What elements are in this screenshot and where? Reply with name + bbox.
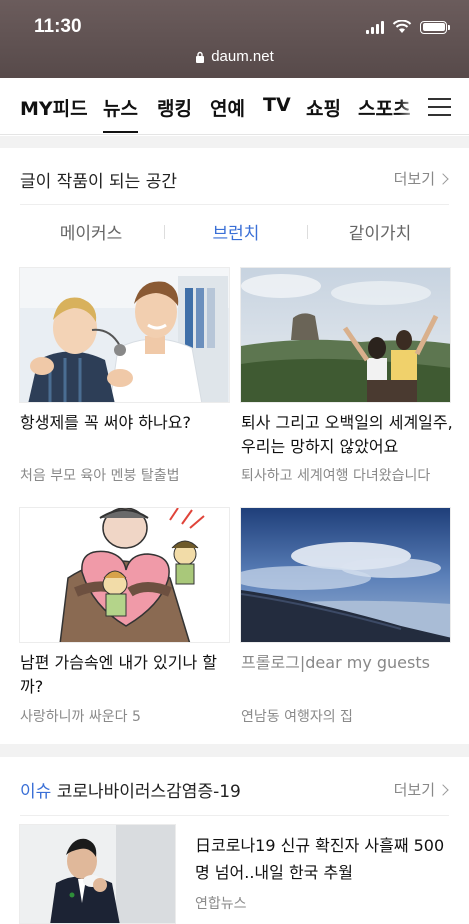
lock-icon xyxy=(196,51,205,63)
card-title[interactable]: 프롤로그|dear my guests xyxy=(241,651,456,675)
nav-item-tv[interactable]: TV xyxy=(263,94,291,116)
nav-item-myfeed[interactable]: MY피드 xyxy=(20,94,88,121)
issue-topic: 코로나바이러스감염증-19 xyxy=(56,782,241,802)
news-thumbnail[interactable] xyxy=(19,824,176,924)
chevron-right-icon xyxy=(437,172,449,185)
card-title[interactable]: 항생제를 꼭 써야 하나요? xyxy=(20,411,235,435)
issue-label: 이슈 xyxy=(20,782,52,802)
issue-section-title: 이슈 코로나바이러스감염증-19 xyxy=(20,777,241,802)
illustration-heart-image xyxy=(20,508,229,642)
category-nav: MY피드 뉴스 랭킹 연예 TV 쇼핑 스포츠 xyxy=(0,78,469,135)
card-source: 연남동 여행자의 집 xyxy=(241,709,353,725)
status-icons xyxy=(366,20,450,34)
more-label: 더보기 xyxy=(393,781,435,799)
more-link[interactable]: 더보기 xyxy=(393,779,449,800)
signal-icon xyxy=(366,20,384,34)
card-title[interactable]: 퇴사 그리고 오백일의 세계일주, 우리는 망하지 않았어요 xyxy=(241,411,456,459)
url-bar[interactable]: daum.net xyxy=(0,48,469,65)
status-bar: 11:30 daum.net xyxy=(0,0,469,78)
card-thumbnail[interactable] xyxy=(240,507,451,643)
mountain-travelers-image xyxy=(241,268,450,402)
nav-item-shopping[interactable]: 쇼핑 xyxy=(306,94,341,121)
airplane-sky-image xyxy=(241,508,450,642)
card-thumbnail[interactable] xyxy=(240,267,451,403)
card-thumbnail[interactable] xyxy=(19,267,230,403)
chevron-right-icon xyxy=(437,783,449,796)
status-time: 11:30 xyxy=(34,16,82,37)
news-source: 연합뉴스 xyxy=(195,896,247,912)
menu-icon[interactable] xyxy=(426,98,451,116)
battery-icon xyxy=(420,20,450,34)
section-title: 글이 작품이 되는 공간 xyxy=(20,172,177,192)
news-photo-image xyxy=(20,825,175,923)
more-label: 더보기 xyxy=(393,170,435,188)
tab-brunch[interactable]: 브런치 xyxy=(166,219,306,244)
wifi-icon xyxy=(392,20,412,33)
card-thumbnail[interactable] xyxy=(19,507,230,643)
card-source: 사랑하니까 싸운다 5 xyxy=(20,709,141,725)
more-link[interactable]: 더보기 xyxy=(393,168,449,189)
url-text: daum.net xyxy=(211,48,274,65)
tab-together[interactable]: 같이가치 xyxy=(310,219,450,244)
news-title[interactable]: 日코로나19 신규 확진자 사흘째 500명 넘어..내일 한국 추월 xyxy=(195,832,450,886)
tab-makers[interactable]: 메이커스 xyxy=(21,219,161,244)
card-title[interactable]: 남편 가슴속엔 내가 있기나 할까? xyxy=(20,651,235,699)
nav-item-ranking[interactable]: 랭킹 xyxy=(157,94,192,121)
nav-item-entertainment[interactable]: 연예 xyxy=(210,94,245,121)
nav-item-news[interactable]: 뉴스 xyxy=(103,94,138,133)
card-source: 처음 부모 육아 멘붕 탈출법 xyxy=(20,468,180,484)
doctor-child-image xyxy=(20,268,229,402)
sub-tabs: 메이커스 브런치 같이가치 xyxy=(0,205,469,255)
card-source: 퇴사하고 세계여행 다녀왔습니다 xyxy=(241,468,431,484)
